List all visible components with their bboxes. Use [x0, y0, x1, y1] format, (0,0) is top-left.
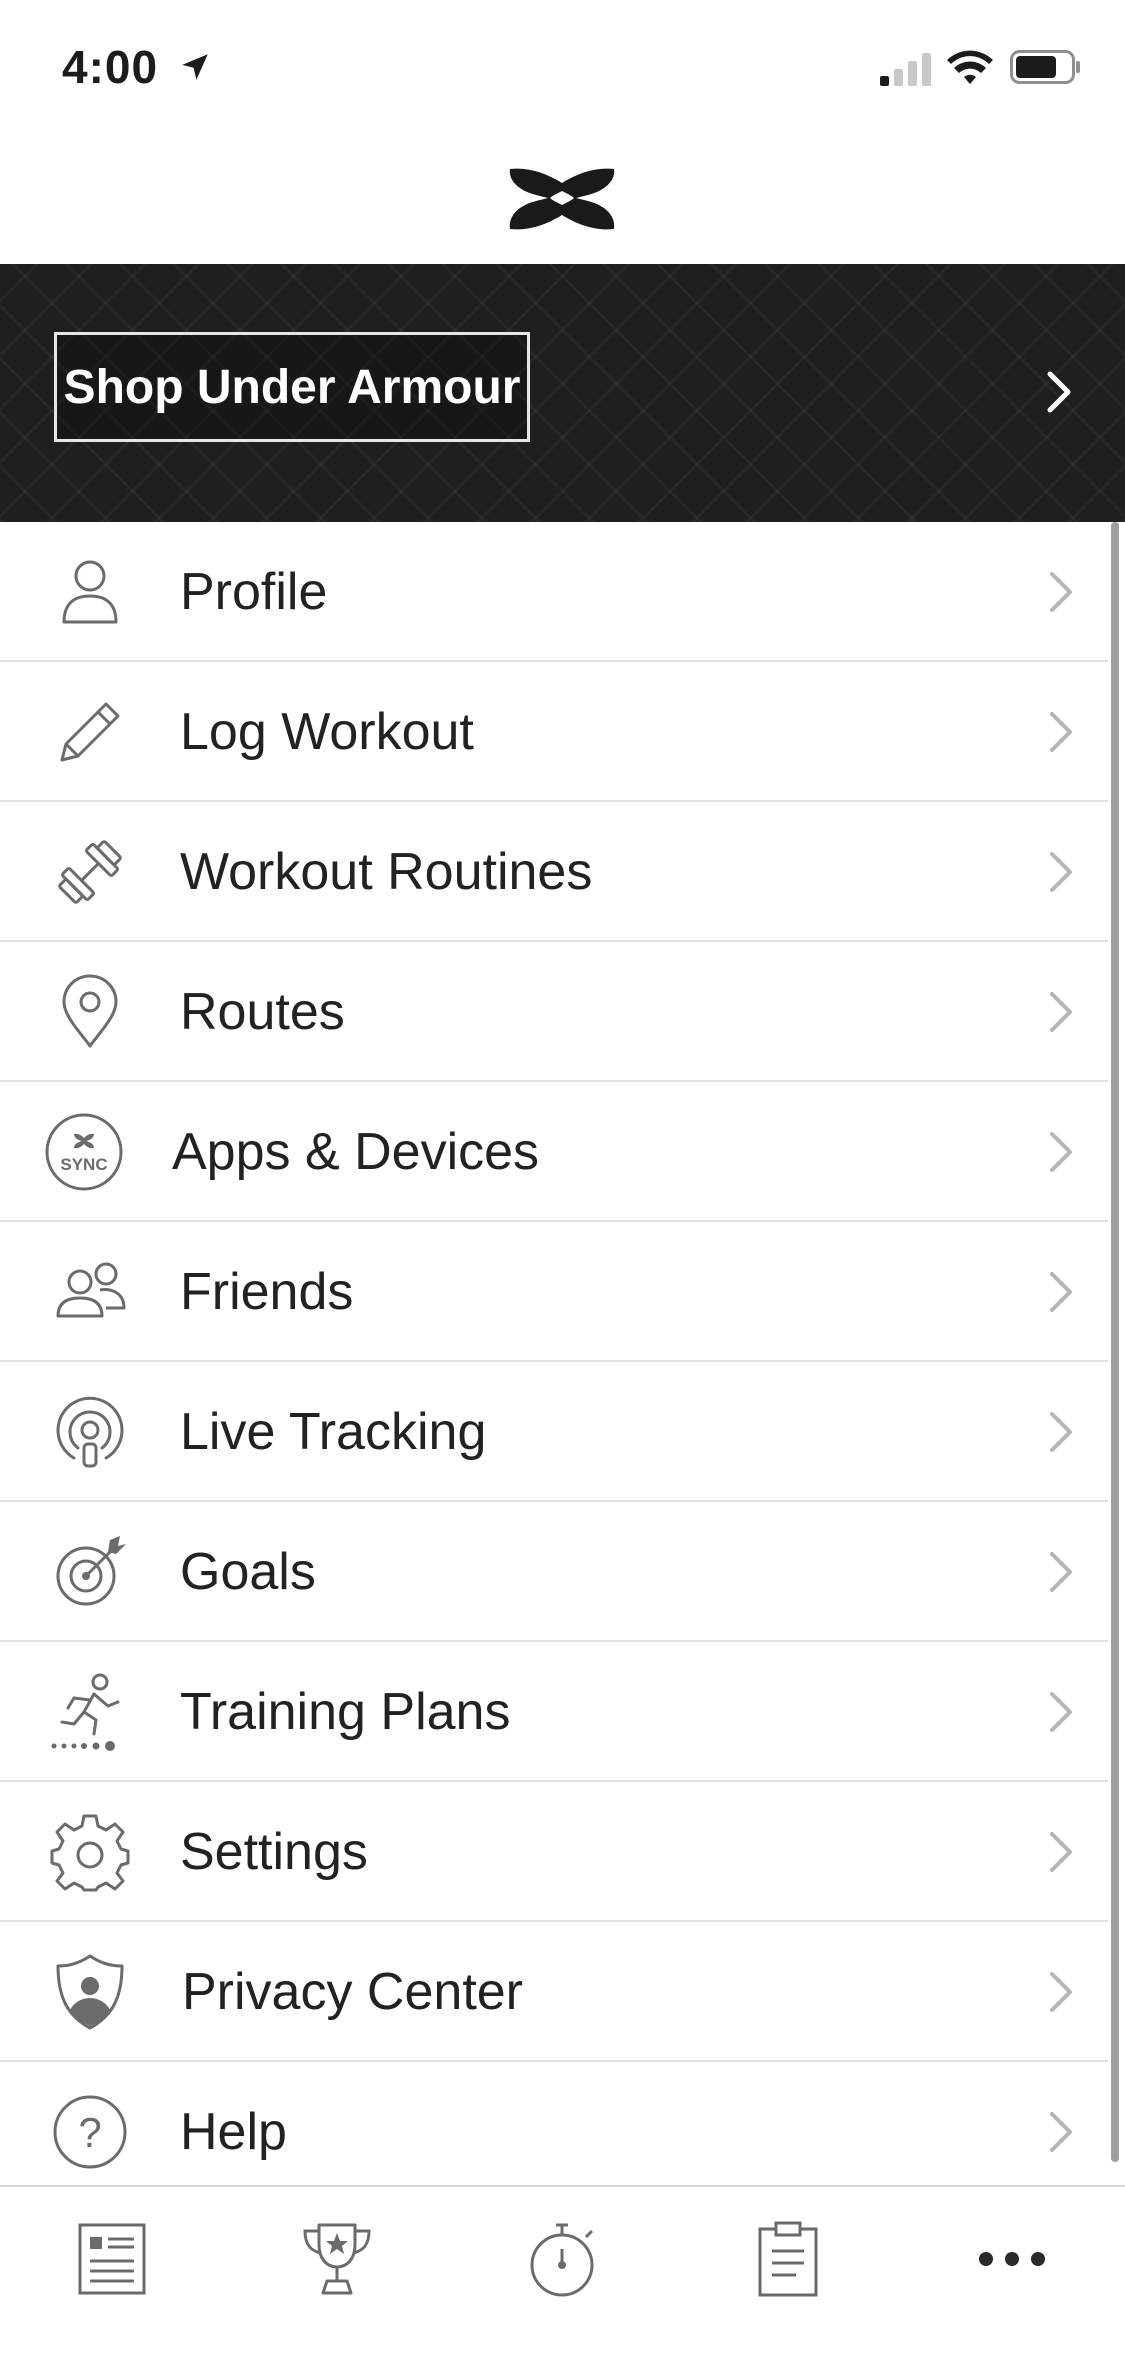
- menu-item-label: Help: [180, 2103, 287, 2161]
- location-arrow-icon: [182, 54, 208, 80]
- friends-icon: [56, 1262, 126, 1318]
- wifi-icon: [947, 50, 993, 84]
- cellular-signal-icon: [880, 53, 931, 86]
- chevron-right-icon: [1050, 712, 1072, 752]
- chevron-right-icon: [1050, 1552, 1072, 1592]
- chevron-right-icon: [1050, 992, 1072, 1032]
- menu-list: Profile Log Workout Workout Routines Rou…: [0, 522, 1108, 2202]
- under-armour-logo: [509, 168, 615, 230]
- battery-icon: [1010, 50, 1080, 84]
- menu-item-routes[interactable]: Routes: [0, 942, 1108, 1082]
- menu-item-label: Training Plans: [180, 1683, 511, 1741]
- dumbbell-icon: [58, 840, 122, 904]
- menu-item-help[interactable]: ? Help: [0, 2062, 1108, 2202]
- feed-icon[interactable]: [72, 2219, 152, 2299]
- menu-item-label: Routes: [180, 983, 345, 1041]
- shop-under-armour-button[interactable]: Shop Under Armour: [54, 332, 530, 442]
- sync-icon-text: SYNC: [60, 1155, 107, 1174]
- menu-item-privacy-center[interactable]: Privacy Center: [0, 1922, 1108, 2062]
- chevron-right-icon: [1050, 572, 1072, 612]
- more-icon[interactable]: [972, 2219, 1052, 2299]
- menu-item-label: Apps & Devices: [172, 1123, 540, 1181]
- clipboard-icon[interactable]: [748, 2219, 828, 2299]
- stopwatch-icon[interactable]: [522, 2219, 602, 2299]
- shop-banner[interactable]: Shop Under Armour: [0, 264, 1125, 522]
- menu-item-label: Goals: [180, 1543, 316, 1601]
- chevron-right-icon: [1047, 371, 1071, 413]
- menu-item-label: Profile: [180, 563, 328, 621]
- menu-item-label: Privacy Center: [182, 1963, 523, 2021]
- menu-item-log-workout[interactable]: Log Workout: [0, 662, 1108, 802]
- menu-item-profile[interactable]: Profile: [0, 522, 1108, 662]
- menu-item-workout-routines[interactable]: Workout Routines: [0, 802, 1108, 942]
- chevron-right-icon: [1050, 2112, 1072, 2152]
- menu-item-apps-devices[interactable]: SYNC Apps & Devices: [0, 1082, 1108, 1222]
- chevron-right-icon: [1050, 1272, 1072, 1312]
- scrollbar[interactable]: [1111, 522, 1119, 2162]
- chevron-right-icon: [1050, 1832, 1072, 1872]
- question-icon: ?: [53, 2095, 127, 2169]
- logo-header: [0, 135, 1125, 265]
- shield-icon: [56, 1954, 124, 2030]
- chevron-right-icon: [1050, 1132, 1072, 1172]
- chevron-right-icon: [1050, 1412, 1072, 1452]
- sync-icon: SYNC: [45, 1113, 123, 1191]
- menu-item-goals[interactable]: Goals: [0, 1502, 1108, 1642]
- menu-item-label: Friends: [180, 1263, 354, 1321]
- menu-item-label: Live Tracking: [180, 1403, 487, 1461]
- chevron-right-icon: [1050, 1692, 1072, 1732]
- menu-item-label: Workout Routines: [180, 843, 593, 901]
- target-icon: [56, 1536, 126, 1606]
- status-time: 4:00: [62, 41, 159, 93]
- trophy-icon[interactable]: [297, 2219, 377, 2299]
- gear-icon: [50, 1814, 130, 1892]
- chevron-right-icon: [1050, 1972, 1072, 2012]
- menu-item-live-tracking[interactable]: Live Tracking: [0, 1362, 1108, 1502]
- chevron-right-icon: [1050, 852, 1072, 892]
- menu-item-label: Log Workout: [180, 703, 474, 761]
- live-tracking-icon: [56, 1396, 124, 1468]
- profile-icon: [62, 560, 118, 624]
- map-pin-icon: [62, 974, 118, 1048]
- question-icon-text: ?: [78, 2109, 101, 2156]
- menu-item-label: Settings: [180, 1823, 368, 1881]
- status-bar: 4:00: [0, 0, 1125, 135]
- tab-bar: [0, 2185, 1125, 2377]
- menu-item-settings[interactable]: Settings: [0, 1782, 1108, 1922]
- menu-item-training-plans[interactable]: Training Plans: [0, 1642, 1108, 1782]
- menu-item-friends[interactable]: Friends: [0, 1222, 1108, 1362]
- runner-icon: [51, 1673, 120, 1751]
- pencil-icon: [60, 702, 120, 762]
